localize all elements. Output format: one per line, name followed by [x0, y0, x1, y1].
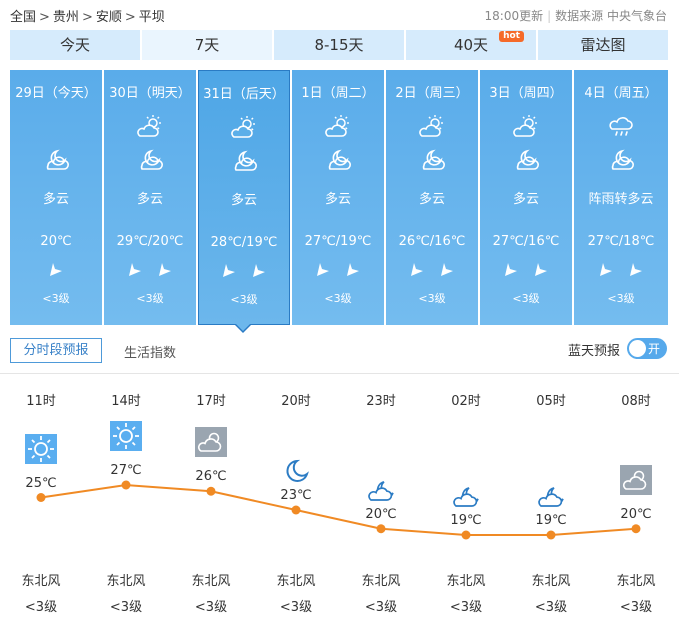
day-card[interactable]: 4日（周五） 阵雨转多云 27℃/18℃ <3级 [574, 70, 668, 325]
day-weather: 多云 [324, 192, 351, 207]
hot-badge: hot [499, 31, 524, 42]
blue-sky-label: 蓝天预报 [568, 344, 621, 359]
partly-cloudy-night-icon [292, 148, 384, 172]
day-weather: 多云 [230, 193, 257, 208]
day-date: 30日（明天） [109, 86, 191, 101]
temp-point [461, 530, 471, 540]
day-wind-level: <3级 [42, 292, 70, 305]
update-time: 18:00更新 [484, 9, 544, 23]
day-wind-level: <3级 [512, 292, 540, 305]
day-temp: 27℃/19℃ [304, 234, 372, 249]
day-card[interactable]: 1日（周二） 多云 27℃/19℃ <3级 [292, 70, 384, 325]
day-wind-level: <3级 [324, 292, 352, 305]
day-date: 31日（后天） [203, 87, 285, 102]
day-temp: 27℃/16℃ [492, 234, 560, 249]
partly-cloudy-night-icon [386, 148, 478, 172]
tab-hourly-forecast[interactable]: 分时段预报 [10, 338, 102, 363]
partly-cloudy-night-icon [104, 148, 196, 172]
day-weather: 多云 [136, 192, 163, 207]
day-weather: 阵雨转多云 [588, 192, 654, 207]
blue-sky-toggle[interactable]: 开 [627, 338, 667, 359]
day-date: 29日（今天） [15, 86, 97, 101]
partly-cloudy-day-icon [480, 114, 572, 138]
day-card[interactable]: 30日（明天） 多云 29℃/20℃ <3级 [104, 70, 196, 325]
partly-cloudy-day-icon [104, 114, 196, 138]
partly-cloudy-night-icon [480, 148, 572, 172]
temperature-curve [36, 480, 641, 540]
day-temp: 29℃/20℃ [116, 234, 184, 249]
tab-life-index[interactable]: 生活指数 [124, 342, 176, 361]
day-wind-level: <3级 [418, 292, 446, 305]
temp-point [36, 493, 46, 502]
wind-direction-icon [10, 262, 102, 278]
wind-direction-icon [386, 262, 478, 278]
day-card-selected[interactable]: 31日（后天） 多云 28℃/19℃ <3级 [198, 70, 290, 325]
day-weather: 多云 [42, 192, 69, 207]
day-date: 4日（周五） [584, 86, 658, 101]
temp-point [376, 524, 386, 534]
day-temp: 27℃/18℃ [587, 234, 655, 249]
data-source: 数据来源 中央气象台 [555, 9, 667, 23]
wind-direction-icon [574, 262, 668, 278]
temp-point [121, 480, 131, 490]
day-card[interactable]: 2日（周三） 多云 26℃/16℃ <3级 [386, 70, 478, 325]
day-date: 3日（周四） [489, 86, 563, 101]
breadcrumb: 全国 > 贵州 > 安顺 > 平坝 [10, 10, 165, 25]
shower-icon [574, 114, 668, 138]
day-date: 2日（周三） [395, 86, 469, 101]
day-wind-level: <3级 [136, 292, 164, 305]
temp-point [206, 486, 216, 496]
tab-7days[interactable]: 7天 [142, 30, 272, 60]
seven-day-forecast: 29日（今天） 多云 20℃ <3级 30日（明天） 多云 29℃/20℃ <3… [10, 70, 668, 326]
temp-point [291, 505, 301, 515]
day-card[interactable]: 29日（今天） 多云 20℃ <3级 [10, 70, 102, 325]
day-temp: 20℃ [40, 234, 72, 249]
wind-direction-icon [292, 262, 384, 278]
day-temp: 28℃/19℃ [210, 235, 278, 250]
breadcrumb-county: 平坝 [138, 10, 165, 25]
temp-line [40, 483, 637, 536]
temp-point [631, 524, 641, 534]
wind-direction-icon [480, 262, 572, 278]
breadcrumb-country[interactable]: 全国 [10, 10, 36, 25]
tab-today[interactable]: 今天 [10, 30, 140, 60]
forecast-tabs: 今天 7天 8-15天 40天 hot 雷达图 [10, 30, 668, 60]
tab-radar[interactable]: 雷达图 [538, 30, 668, 60]
day-wind-level: <3级 [607, 292, 635, 305]
partly-cloudy-night-icon [10, 148, 102, 172]
day-date: 1日（周二） [301, 86, 375, 101]
update-meta: 18:00更新 | 数据来源 中央气象台 [484, 9, 667, 23]
day-weather: 多云 [418, 192, 445, 207]
day-weather: 多云 [512, 192, 539, 207]
breadcrumb-city[interactable]: 安顺 [96, 10, 122, 25]
partly-cloudy-night-icon [199, 149, 289, 173]
top-bar: 全国 > 贵州 > 安顺 > 平坝 18:00更新 | 数据来源 中央气象台 [0, 0, 679, 30]
partly-cloudy-day-icon [292, 114, 384, 138]
day-card[interactable]: 3日（周四） 多云 27℃/16℃ <3级 [480, 70, 572, 325]
partly-cloudy-day-icon [386, 114, 478, 138]
wind-direction-icon [104, 262, 196, 278]
partly-cloudy-night-icon [574, 148, 668, 172]
tab-40days[interactable]: 40天 hot [406, 30, 536, 60]
day-temp: 26℃/16℃ [398, 234, 466, 249]
tab-8-15days[interactable]: 8-15天 [274, 30, 404, 60]
partly-cloudy-day-icon [199, 115, 289, 139]
breadcrumb-province[interactable]: 贵州 [53, 10, 79, 25]
day-wind-level: <3级 [230, 293, 258, 306]
temp-point [546, 530, 556, 540]
wind-direction-icon [199, 263, 289, 279]
